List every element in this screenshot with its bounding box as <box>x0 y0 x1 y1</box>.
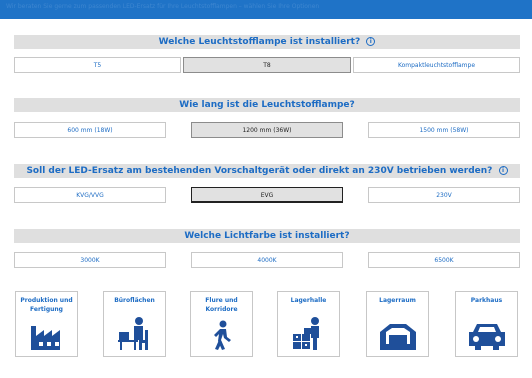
section-title-text: Wie lang ist die Leuchtstofflampe? <box>179 100 355 110</box>
category-label-line: Korridore <box>205 306 238 313</box>
storage-room-icon <box>379 324 416 350</box>
category-label-line: Fertigung <box>30 306 63 313</box>
option-4000k[interactable]: 4000K <box>191 252 343 268</box>
category-label-line: Lagerraum <box>379 297 416 304</box>
option-kompakt[interactable]: Kompaktleuchtstofflampe <box>353 57 520 73</box>
category-card-office[interactable]: Büroflächen <box>103 291 166 357</box>
category-label-line: Lagerhalle <box>290 297 327 304</box>
section-title-lamp-length: Wie lang ist die Leuchtstofflampe? <box>14 98 520 112</box>
category-label: Produktion und Fertigung <box>16 296 77 314</box>
factory-icon <box>30 326 60 350</box>
option-1500mm[interactable]: 1500 mm (58W) <box>368 122 520 138</box>
top-bar-text: Wir beraten Sie gerne zum passenden LED-… <box>6 3 320 10</box>
section-title-color-temp: Welche Lichtfarbe ist installiert? <box>14 229 520 243</box>
section-title-text: Welche Leuchtstofflampe ist installiert? <box>158 37 361 47</box>
option-t8[interactable]: T8 <box>183 57 351 73</box>
option-600mm[interactable]: 600 mm (18W) <box>14 122 166 138</box>
option-t5[interactable]: T5 <box>14 57 181 73</box>
option-230v[interactable]: 230V <box>368 187 520 203</box>
category-card-corridor[interactable]: Flure und Korridore <box>190 291 253 357</box>
category-label: Lagerraum <box>367 296 428 305</box>
info-icon[interactable]: i <box>366 37 376 46</box>
category-card-storage[interactable]: Lagerraum <box>366 291 429 357</box>
category-label: Büroflächen <box>104 296 165 305</box>
car-icon <box>468 324 505 350</box>
category-card-parking[interactable]: Parkhaus <box>455 291 518 357</box>
top-bar: Wir beraten Sie gerne zum passenden LED-… <box>0 0 532 19</box>
option-kvg-vvg[interactable]: KVG/VVG <box>14 187 166 203</box>
section-title-operation: Soll der LED-Ersatz am bestehenden Vorsc… <box>14 164 520 178</box>
section-title-text: Welche Lichtfarbe ist installiert? <box>184 231 350 241</box>
option-3000k[interactable]: 3000K <box>14 252 166 268</box>
category-card-production[interactable]: Produktion und Fertigung <box>15 291 78 357</box>
warehouse-worker-icon <box>292 317 319 350</box>
category-label-line: Büroflächen <box>114 297 155 304</box>
category-label: Flure und Korridore <box>191 296 252 314</box>
section-title-lamp-type: Welche Leuchtstofflampe ist installiert?… <box>14 35 520 49</box>
office-worker-icon <box>117 317 148 350</box>
option-1200mm[interactable]: 1200 mm (36W) <box>191 122 343 138</box>
category-card-warehouse[interactable]: Lagerhalle <box>277 291 340 357</box>
category-label: Parkhaus <box>456 296 517 305</box>
section-title-text: Soll der LED-Ersatz am bestehenden Vorsc… <box>26 166 493 176</box>
walking-person-icon <box>213 320 231 350</box>
category-label-line: Produktion und <box>20 297 73 304</box>
category-label-line: Parkhaus <box>470 297 503 304</box>
option-6500k[interactable]: 6500K <box>368 252 520 268</box>
info-icon[interactable]: i <box>498 166 508 175</box>
category-label-line: Flure und <box>205 297 238 304</box>
option-evg[interactable]: EVG <box>191 187 343 203</box>
category-label: Lagerhalle <box>278 296 339 305</box>
